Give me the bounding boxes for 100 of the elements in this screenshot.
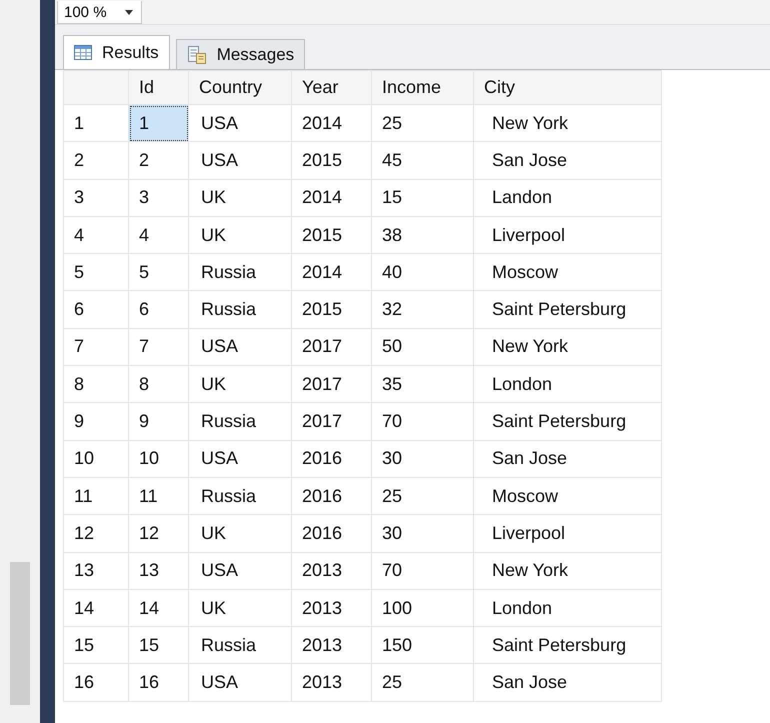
table-cell[interactable]: 11: [128, 477, 188, 515]
table-cell[interactable]: UK: [188, 179, 292, 216]
table-cell[interactable]: USA: [188, 664, 292, 702]
scrollbar-thumb[interactable]: [10, 562, 30, 705]
table-cell[interactable]: Russia: [188, 477, 292, 515]
table-cell[interactable]: 2015: [292, 290, 372, 328]
table-cell[interactable]: Saint Petersburg: [474, 402, 662, 440]
table-cell[interactable]: 45: [372, 142, 474, 180]
row-number[interactable]: 9: [64, 402, 128, 440]
table-cell[interactable]: 70: [372, 402, 474, 440]
table-cell[interactable]: 16: [128, 664, 188, 702]
table-cell[interactable]: UK: [188, 514, 292, 552]
table-cell[interactable]: 12: [128, 514, 188, 552]
table-cell[interactable]: 8: [128, 366, 188, 403]
table-cell[interactable]: USA: [188, 142, 292, 180]
table-cell[interactable]: New York: [474, 104, 662, 142]
table-cell[interactable]: San Jose: [474, 142, 662, 180]
table-cell[interactable]: London: [474, 366, 662, 403]
table-cell[interactable]: 150: [372, 626, 474, 664]
table-cell[interactable]: UK: [188, 216, 292, 254]
table-cell[interactable]: 2013: [292, 589, 372, 627]
row-number[interactable]: 16: [64, 664, 128, 702]
table-cell[interactable]: 30: [372, 440, 474, 478]
table-cell[interactable]: USA: [188, 440, 292, 478]
table-cell[interactable]: 2016: [292, 514, 372, 552]
table-cell[interactable]: 2013: [292, 552, 372, 590]
table-cell[interactable]: 2013: [292, 664, 372, 702]
table-cell[interactable]: 25: [372, 104, 474, 142]
table-cell[interactable]: 25: [372, 664, 474, 702]
table-cell[interactable]: 25: [372, 477, 474, 515]
table-cell[interactable]: 70: [372, 552, 474, 590]
column-header[interactable]: Year: [292, 70, 372, 104]
table-cell[interactable]: UK: [188, 366, 292, 403]
table-cell[interactable]: USA: [188, 104, 292, 142]
table-cell[interactable]: UK: [188, 589, 292, 627]
row-number[interactable]: 8: [64, 366, 128, 403]
table-cell[interactable]: 40: [372, 254, 474, 291]
row-number[interactable]: 15: [64, 626, 128, 664]
table-cell[interactable]: 2: [128, 142, 188, 180]
table-cell[interactable]: San Jose: [474, 440, 662, 478]
table-cell[interactable]: 100: [372, 589, 474, 627]
results-tab[interactable]: Results: [63, 35, 170, 69]
row-number[interactable]: 13: [64, 552, 128, 590]
table-cell[interactable]: 1: [128, 104, 188, 142]
table-cell[interactable]: 14: [128, 589, 188, 627]
row-number[interactable]: 7: [64, 328, 128, 366]
table-cell[interactable]: 2016: [292, 477, 372, 515]
table-cell[interactable]: Russia: [188, 402, 292, 440]
column-header[interactable]: City: [474, 70, 662, 104]
table-cell[interactable]: 2015: [292, 142, 372, 180]
table-cell[interactable]: 38: [372, 216, 474, 254]
table-cell[interactable]: 13: [128, 552, 188, 590]
row-number[interactable]: 5: [64, 254, 128, 291]
table-cell[interactable]: Moscow: [474, 477, 662, 515]
table-cell[interactable]: Russia: [188, 254, 292, 291]
table-cell[interactable]: Landon: [474, 179, 662, 216]
table-cell[interactable]: USA: [188, 552, 292, 590]
table-cell[interactable]: 35: [372, 366, 474, 403]
table-cell[interactable]: 2014: [292, 179, 372, 216]
table-cell[interactable]: Liverpool: [474, 514, 662, 552]
table-cell[interactable]: 4: [128, 216, 188, 254]
table-cell[interactable]: London: [474, 589, 662, 627]
table-cell[interactable]: 2017: [292, 402, 372, 440]
table-cell[interactable]: 2014: [292, 254, 372, 291]
table-cell[interactable]: 2017: [292, 366, 372, 403]
table-cell[interactable]: 2013: [292, 626, 372, 664]
table-cell[interactable]: 15: [128, 626, 188, 664]
table-cell[interactable]: 2017: [292, 328, 372, 366]
row-number[interactable]: 4: [64, 216, 128, 254]
table-cell[interactable]: 6: [128, 290, 188, 328]
row-number[interactable]: 12: [64, 514, 128, 552]
table-cell[interactable]: 50: [372, 328, 474, 366]
table-cell[interactable]: 5: [128, 254, 188, 291]
zoom-dropdown[interactable]: 100 %: [57, 1, 142, 24]
row-number[interactable]: 11: [64, 477, 128, 515]
table-cell[interactable]: Russia: [188, 626, 292, 664]
table-cell[interactable]: 30: [372, 514, 474, 552]
table-cell[interactable]: 9: [128, 402, 188, 440]
table-cell[interactable]: New York: [474, 328, 662, 366]
table-cell[interactable]: 10: [128, 440, 188, 478]
row-number[interactable]: 6: [64, 290, 128, 328]
column-header[interactable]: Country: [188, 70, 292, 104]
messages-tab[interactable]: Messages: [176, 39, 306, 69]
table-cell[interactable]: 2014: [292, 104, 372, 142]
table-cell[interactable]: Russia: [188, 290, 292, 328]
row-number[interactable]: 3: [64, 179, 128, 216]
table-cell[interactable]: Liverpool: [474, 216, 662, 254]
table-cell[interactable]: 3: [128, 179, 188, 216]
column-header[interactable]: Income: [372, 70, 474, 104]
table-cell[interactable]: 15: [372, 179, 474, 216]
row-number[interactable]: 2: [64, 142, 128, 180]
row-number[interactable]: 10: [64, 440, 128, 478]
column-header[interactable]: Id: [128, 70, 188, 104]
table-cell[interactable]: New York: [474, 552, 662, 590]
table-cell[interactable]: USA: [188, 328, 292, 366]
table-cell[interactable]: 32: [372, 290, 474, 328]
table-cell[interactable]: 2016: [292, 440, 372, 478]
table-cell[interactable]: Saint Petersburg: [474, 626, 662, 664]
table-cell[interactable]: Moscow: [474, 254, 662, 291]
table-cell[interactable]: San Jose: [474, 664, 662, 702]
